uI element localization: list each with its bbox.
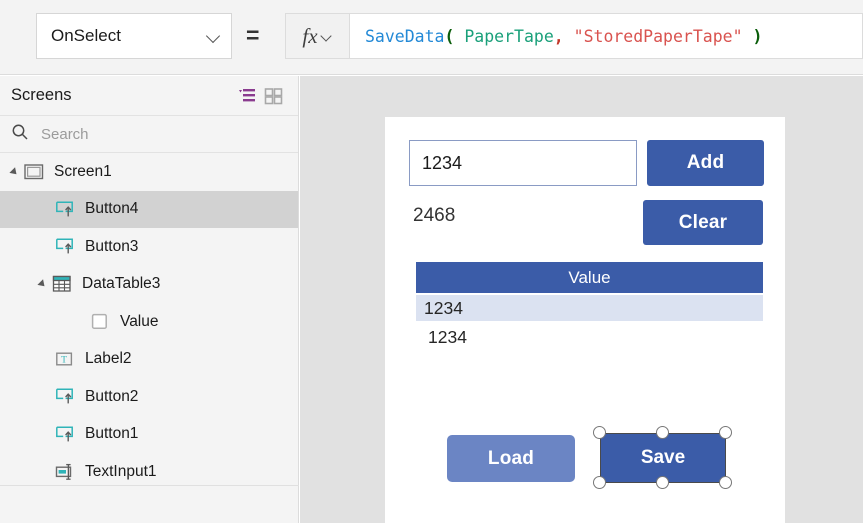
chevron-expand-icon[interactable] bbox=[37, 277, 51, 291]
save-button-label: Save bbox=[640, 447, 686, 468]
chevron-down-icon bbox=[207, 29, 221, 43]
formula-token-arg2: "StoredPaperTape" bbox=[573, 26, 743, 46]
screens-tree: Screen1 Button4 Button3 DataTable3 Value… bbox=[0, 153, 298, 491]
resize-handle-top-left[interactable] bbox=[593, 426, 606, 439]
data-table-header[interactable]: Value bbox=[416, 262, 763, 295]
tree-view-icon[interactable] bbox=[234, 84, 260, 108]
resize-handle-bottom-right[interactable] bbox=[719, 476, 732, 489]
sidebar-item-label: Value bbox=[120, 312, 159, 330]
search-icon bbox=[11, 123, 29, 146]
resize-handle-top-right[interactable] bbox=[719, 426, 732, 439]
text-input-control[interactable]: 1234 bbox=[409, 140, 637, 186]
power-apps-studio: OnSelect = fx SaveData(.PaperTape,."Stor… bbox=[0, 0, 863, 523]
formula-token-open-paren: ( bbox=[444, 26, 455, 46]
sum-label: 2468 bbox=[413, 205, 455, 227]
design-canvas: 1234 Add 2468 Clear Value 1234 1234 Load… bbox=[300, 76, 863, 523]
label-icon: T bbox=[54, 349, 76, 369]
add-button[interactable]: Add bbox=[647, 140, 764, 186]
button-icon bbox=[54, 424, 76, 444]
button-icon bbox=[54, 237, 76, 257]
svg-text:T: T bbox=[61, 354, 67, 365]
sidebar-title: Screens bbox=[11, 86, 72, 104]
save-button-selection: Save bbox=[593, 426, 732, 489]
property-dropdown-value: OnSelect bbox=[51, 26, 121, 45]
formula-token-comma: , bbox=[553, 26, 564, 46]
text-input-value: 1234 bbox=[422, 152, 463, 173]
sidebar-item-screen1[interactable]: Screen1 bbox=[0, 153, 298, 191]
datatable-icon bbox=[51, 274, 73, 294]
add-button-label: Add bbox=[686, 152, 725, 173]
formula-token-close-paren: ) bbox=[752, 26, 763, 46]
sidebar-item-label: Label2 bbox=[85, 350, 132, 368]
button-icon bbox=[54, 387, 76, 407]
sidebar-item-button2[interactable]: Button2 bbox=[0, 378, 298, 416]
table-row[interactable]: 1234 bbox=[416, 295, 763, 321]
sidebar-item-label2[interactable]: T Label2 bbox=[0, 341, 298, 379]
resize-handle-bottom-left[interactable] bbox=[593, 476, 606, 489]
checkbox-icon bbox=[89, 312, 111, 332]
table-cell-value: 1234 bbox=[424, 297, 463, 318]
sidebar-item-button1[interactable]: Button1 bbox=[0, 416, 298, 454]
sum-label-value: 2468 bbox=[413, 205, 456, 226]
table-cell-value: 1234 bbox=[428, 326, 467, 347]
clear-button[interactable]: Clear bbox=[643, 200, 763, 245]
resize-handle-bottom-center[interactable] bbox=[656, 476, 669, 489]
data-table-control[interactable]: Value 1234 1234 bbox=[416, 262, 763, 347]
search-placeholder: Search bbox=[41, 125, 89, 143]
chevron-expand-icon[interactable] bbox=[9, 165, 23, 179]
sidebar-item-button3[interactable]: Button3 bbox=[0, 228, 298, 266]
button-icon bbox=[54, 199, 76, 219]
sidebar-item-label: Button1 bbox=[85, 425, 139, 443]
resize-handle-top-center[interactable] bbox=[656, 426, 669, 439]
formula-token-function: SaveData bbox=[365, 26, 445, 46]
equals-sign: = bbox=[246, 22, 260, 48]
sidebar-item-button4[interactable]: Button4 bbox=[0, 190, 298, 228]
sidebar-header: Screens bbox=[0, 76, 298, 116]
formula-space: . bbox=[743, 27, 753, 46]
sidebar-item-label: Screen1 bbox=[54, 162, 112, 180]
screens-sidebar: Screens Search Screen1 Button4 Button3 D… bbox=[0, 76, 299, 523]
clear-button-label: Clear bbox=[678, 211, 728, 233]
sidebar-item-datatable3[interactable]: DataTable3 bbox=[0, 266, 298, 304]
sidebar-divider bbox=[0, 485, 299, 486]
sidebar-item-label: Button3 bbox=[85, 237, 139, 255]
fx-icon: fx bbox=[302, 23, 318, 48]
table-row[interactable]: 1234 bbox=[416, 324, 763, 350]
textinput-icon bbox=[54, 462, 76, 482]
app-screen: 1234 Add 2468 Clear Value 1234 1234 Load… bbox=[385, 117, 785, 523]
formula-token-arg1: PaperTape bbox=[464, 26, 554, 46]
formula-space: . bbox=[454, 27, 464, 46]
sidebar-item-label: Button4 bbox=[85, 200, 139, 218]
sidebar-item-value[interactable]: Value bbox=[0, 303, 298, 341]
formula-space: . bbox=[564, 27, 574, 46]
data-table-header-label: Value bbox=[568, 267, 611, 287]
load-button[interactable]: Load bbox=[447, 435, 575, 482]
search-input[interactable]: Search bbox=[0, 116, 298, 153]
sidebar-item-label: Button2 bbox=[85, 387, 139, 405]
load-button-label: Load bbox=[487, 447, 535, 469]
formula-input[interactable]: SaveData(.PaperTape,."StoredPaperTape".) bbox=[350, 13, 863, 59]
sidebar-item-label: DataTable3 bbox=[82, 275, 161, 293]
property-dropdown[interactable]: OnSelect bbox=[36, 13, 232, 59]
fx-button[interactable]: fx bbox=[285, 13, 350, 59]
sidebar-item-label: TextInput1 bbox=[85, 462, 157, 480]
screen-icon bbox=[23, 162, 45, 182]
formula-bar: OnSelect = fx SaveData(.PaperTape,."Stor… bbox=[0, 0, 863, 75]
thumbnail-view-icon[interactable] bbox=[260, 84, 286, 108]
chevron-down-icon bbox=[322, 31, 333, 42]
